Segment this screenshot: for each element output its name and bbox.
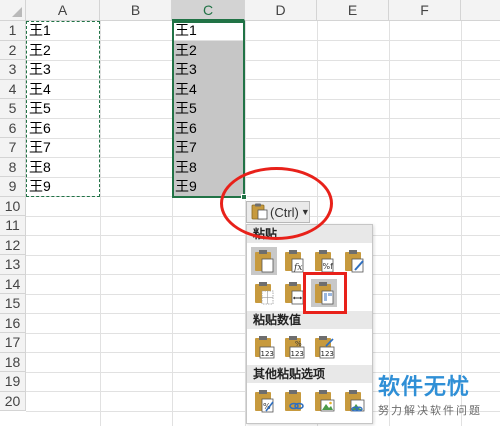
- cell-a8[interactable]: 王8: [26, 158, 100, 178]
- row-header[interactable]: 6: [0, 118, 26, 138]
- paste-formulas-icon[interactable]: fx: [281, 247, 307, 275]
- cell-c5[interactable]: 王5: [172, 99, 245, 119]
- cell-a2[interactable]: 王2: [26, 41, 100, 61]
- column-header-f[interactable]: F: [389, 0, 461, 21]
- svg-text:123: 123: [321, 350, 334, 358]
- svg-text:fx: fx: [293, 263, 302, 273]
- paste-values-icon[interactable]: 123: [251, 333, 277, 361]
- column-header-a[interactable]: A: [26, 0, 100, 21]
- cell-c6[interactable]: 王6: [172, 118, 245, 138]
- paste-options-menu: 粘贴 fx %f 粘贴数值 123 123% 123 其他粘贴选项 %: [246, 224, 373, 424]
- cell-a1[interactable]: 王1: [26, 21, 100, 41]
- paste-picture-icon[interactable]: [311, 387, 337, 415]
- row-header[interactable]: 9: [0, 177, 26, 197]
- row-header[interactable]: 2: [0, 40, 26, 60]
- clipboard-icon: [250, 202, 268, 223]
- paste-options-button[interactable]: (Ctrl) ▼: [246, 201, 310, 223]
- row-header[interactable]: 19: [0, 372, 26, 392]
- paste-keep-formatting-icon[interactable]: [341, 247, 367, 275]
- row-header[interactable]: 7: [0, 138, 26, 158]
- cell-c7[interactable]: 王7: [172, 138, 245, 158]
- paste-transpose-icon[interactable]: [311, 279, 337, 307]
- row-header[interactable]: 15: [0, 294, 26, 314]
- paste-icon[interactable]: [251, 247, 277, 275]
- section-paste-values-header: 粘贴数值: [247, 311, 372, 329]
- row-header[interactable]: 5: [0, 99, 26, 119]
- row-header[interactable]: 12: [0, 235, 26, 255]
- column-header-b[interactable]: B: [100, 0, 172, 21]
- row-header[interactable]: 8: [0, 157, 26, 177]
- row-header[interactable]: 1: [0, 21, 26, 41]
- fill-handle[interactable]: [241, 194, 247, 200]
- row-header[interactable]: 16: [0, 313, 26, 333]
- paste-linked-picture-icon[interactable]: [341, 387, 367, 415]
- row-header[interactable]: 11: [0, 216, 26, 236]
- paste-values-number-format-icon[interactable]: 123%: [281, 333, 307, 361]
- row-header[interactable]: 3: [0, 60, 26, 80]
- cell-a5[interactable]: 王5: [26, 99, 100, 119]
- svg-text:%: %: [295, 340, 302, 348]
- cell-c4[interactable]: 王4: [172, 79, 245, 99]
- cell-c1[interactable]: 王1: [172, 21, 245, 41]
- row-header[interactable]: 17: [0, 333, 26, 353]
- paste-keep-column-widths-icon[interactable]: [281, 279, 307, 307]
- cell-a6[interactable]: 王6: [26, 119, 100, 139]
- svg-text:123: 123: [261, 350, 274, 358]
- spreadsheet[interactable]: A B C D E F 1 2 3 4 5 6 7 8 9 10 11 12 1…: [0, 0, 500, 426]
- column-header-d[interactable]: D: [245, 0, 317, 21]
- select-all-corner[interactable]: [0, 0, 26, 21]
- cell-a3[interactable]: 王3: [26, 60, 100, 80]
- paste-formatting-icon[interactable]: %: [251, 387, 277, 415]
- cell-a7[interactable]: 王7: [26, 138, 100, 158]
- paste-no-borders-icon[interactable]: [251, 279, 277, 307]
- paste-values-source-formatting-icon[interactable]: 123: [311, 333, 337, 361]
- watermark-title: 软件无忧: [378, 374, 471, 399]
- row-header[interactable]: 4: [0, 79, 26, 99]
- row-header[interactable]: 18: [0, 352, 26, 372]
- column-header-e[interactable]: E: [317, 0, 389, 21]
- column-header-g[interactable]: [461, 0, 500, 21]
- dropdown-caret-icon: ▼: [300, 207, 310, 217]
- watermark: 软件无忧 努力解决软件问题: [378, 369, 498, 419]
- paste-options-label: (Ctrl): [270, 204, 299, 220]
- watermark-subtitle: 努力解决软件问题: [378, 405, 482, 417]
- cell-c8[interactable]: 王8: [172, 157, 245, 177]
- paste-formulas-number-format-icon[interactable]: %f: [311, 247, 337, 275]
- section-other-paste-header: 其他粘贴选项: [247, 365, 372, 383]
- row-header[interactable]: 13: [0, 255, 26, 275]
- cell-c9[interactable]: 王9: [172, 177, 245, 197]
- row-header[interactable]: 20: [0, 391, 26, 411]
- row-header[interactable]: 10: [0, 196, 26, 216]
- section-paste-header: 粘贴: [247, 225, 372, 243]
- cell-c3[interactable]: 王3: [172, 60, 245, 80]
- cell-a4[interactable]: 王4: [26, 80, 100, 100]
- svg-text:123: 123: [291, 350, 304, 358]
- cell-a9[interactable]: 王9: [26, 177, 100, 197]
- cell-c2[interactable]: 王2: [172, 40, 245, 60]
- row-header[interactable]: 14: [0, 274, 26, 294]
- paste-link-icon[interactable]: [281, 387, 307, 415]
- svg-text:%f: %f: [323, 262, 334, 271]
- column-header-c[interactable]: C: [172, 0, 245, 21]
